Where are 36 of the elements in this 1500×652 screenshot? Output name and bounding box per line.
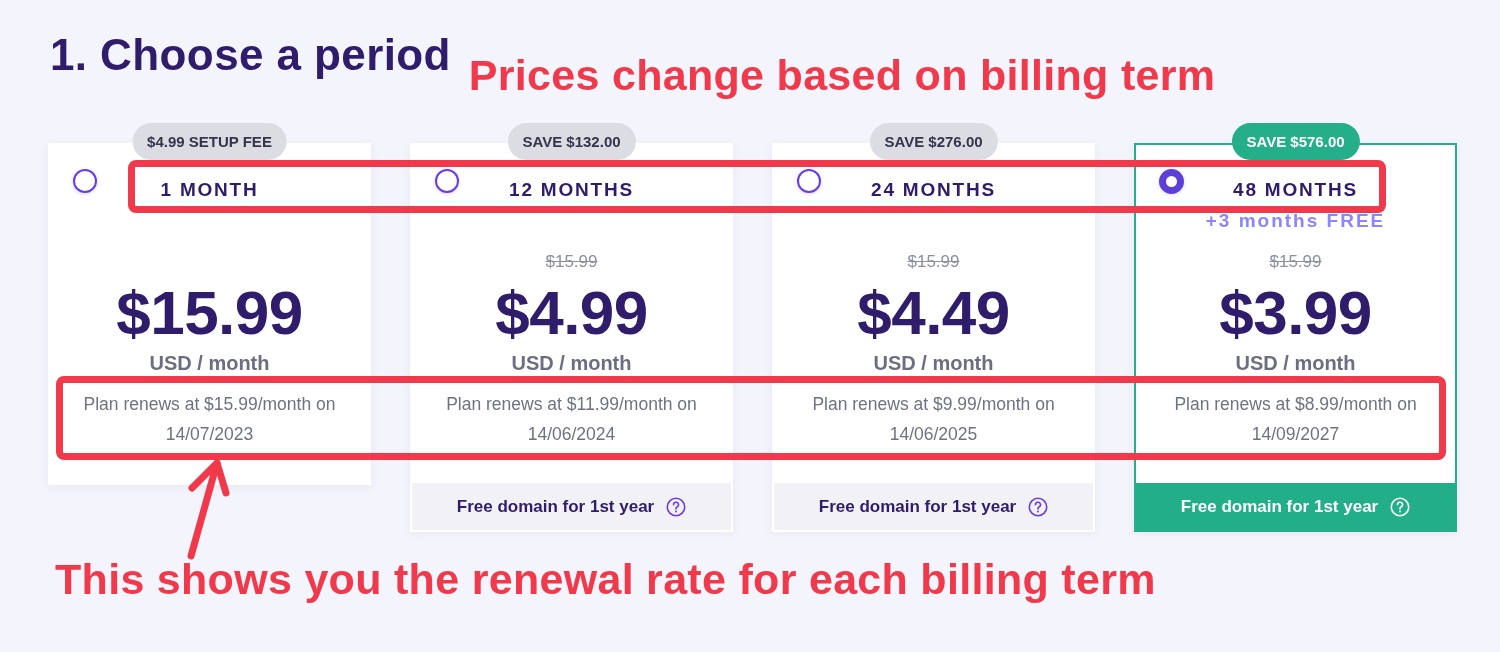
section-heading: 1. Choose a period — [50, 29, 451, 81]
period-label: 12 MONTHS — [509, 178, 634, 202]
price-unit: USD / month — [511, 351, 632, 375]
price: $4.49 — [857, 278, 1010, 348]
free-domain-text: Free domain for 1st year — [818, 496, 1017, 517]
renewal-text: Plan renews at $8.99/month on 14/09/2027 — [1173, 393, 1418, 446]
radio-button[interactable] — [797, 169, 821, 193]
period-label: 1 MONTH — [160, 178, 259, 202]
price-unit: USD / month — [873, 351, 994, 375]
price: $15.99 — [116, 278, 303, 348]
original-price: $15.99 — [907, 252, 960, 272]
price-unit: USD / month — [1235, 351, 1356, 375]
price: $4.99 — [495, 278, 648, 348]
annotation-caption: Prices change based on billing term — [468, 50, 1216, 100]
help-icon[interactable] — [1028, 496, 1049, 517]
renewal-text: Plan renews at $11.99/month on 14/06/2024 — [445, 393, 698, 446]
annotation-caption: This shows you the renewal rate for each billing term — [55, 554, 1156, 604]
radio-button[interactable] — [1159, 169, 1184, 194]
original-price: $15.99 — [545, 252, 598, 272]
bonus-text: +3 months FREE — [1205, 209, 1386, 233]
free-domain-text: Free domain for 1st year — [1180, 496, 1379, 517]
savings-badge: SAVE $576.00 — [1231, 123, 1360, 160]
price-unit: USD / month — [149, 351, 270, 375]
period-label: 24 MONTHS — [871, 178, 996, 202]
radio-button[interactable] — [73, 169, 97, 193]
radio-button[interactable] — [435, 169, 459, 193]
renewal-text: Plan renews at $15.99/month on 14/07/2023 — [82, 393, 337, 446]
savings-badge: SAVE $276.00 — [869, 123, 998, 160]
price: $3.99 — [1219, 278, 1372, 348]
original-price: $15.99 — [1269, 252, 1322, 272]
savings-badge: SAVE $132.00 — [507, 123, 636, 160]
free-domain-text: Free domain for 1st year — [456, 496, 655, 517]
savings-badge: $4.99 SETUP FEE — [132, 123, 287, 160]
period-label: 48 MONTHS — [1233, 178, 1358, 202]
help-icon[interactable] — [666, 496, 687, 517]
renewal-text: Plan renews at $9.99/month on 14/06/2025 — [811, 393, 1056, 446]
